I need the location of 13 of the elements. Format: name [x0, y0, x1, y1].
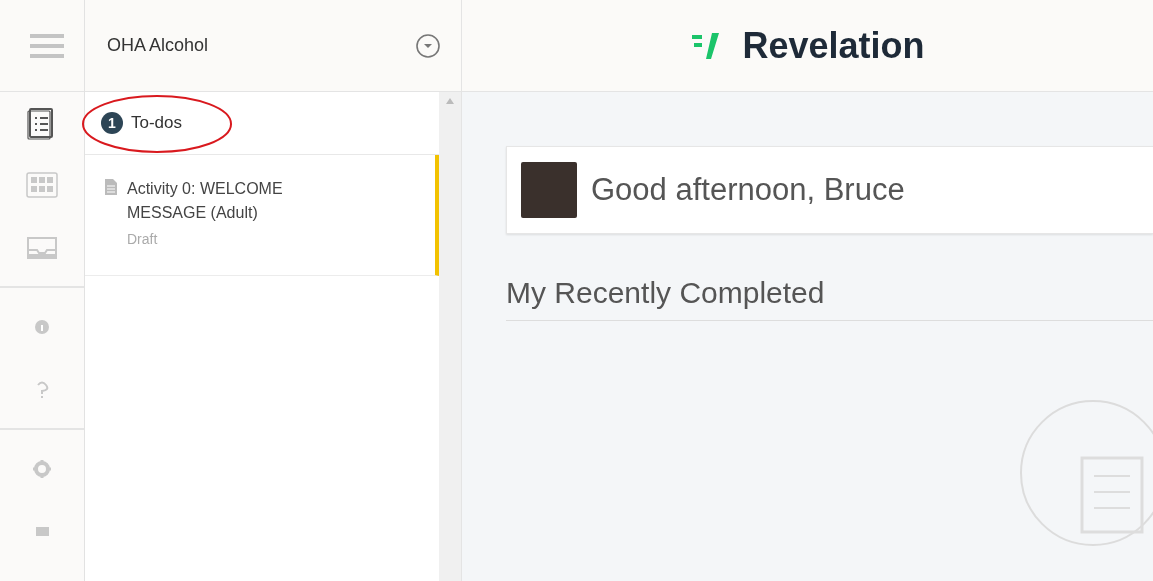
section-title: My Recently Completed	[506, 276, 1153, 321]
greeting-text: Good afternoon, Bruce	[591, 172, 905, 208]
todo-title: Activity 0: WELCOME MESSAGE (Adult)	[127, 179, 284, 223]
todos-label: To-dos	[131, 113, 183, 133]
brand-name: Revelation	[742, 24, 925, 67]
todo-status: Draft	[127, 231, 159, 247]
project-name: OHA Alcohol	[107, 35, 210, 56]
count-badge: 1	[101, 112, 123, 134]
document-icon	[105, 179, 117, 195]
scroll-up-icon[interactable]	[446, 98, 454, 104]
menu-icon[interactable]	[30, 32, 64, 59]
avatar-placeholder	[521, 162, 577, 218]
dropdown-icon[interactable]	[415, 32, 441, 59]
